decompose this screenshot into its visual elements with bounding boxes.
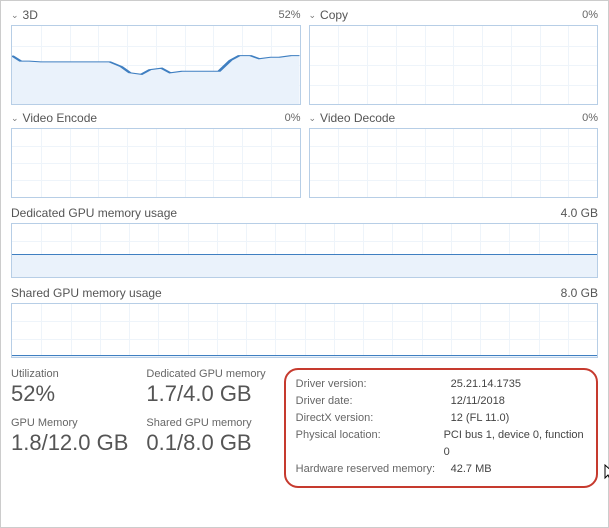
dedicated-head: Dedicated GPU memory usage 4.0 GB (11, 198, 598, 223)
info-physical-location: Physical location: PCI bus 1, device 0, … (296, 427, 586, 461)
stat-gpu-memory-value: 1.8/12.0 GB (11, 430, 128, 456)
shared-head: Shared GPU memory usage 8.0 GB (11, 278, 598, 303)
panel-vdec-title: Video Decode (320, 111, 395, 125)
stat-shared-value: 0.1/8.0 GB (146, 430, 265, 456)
dedicated-title: Dedicated GPU memory usage (11, 206, 177, 220)
panel-venc-head[interactable]: ⌄ Video Encode 0% (11, 109, 301, 128)
panel-copy-head[interactable]: ⌄ Copy 0% (309, 6, 599, 25)
info-driver-date: Driver date: 12/11/2018 (296, 393, 586, 410)
panel-copy: ⌄ Copy 0% (309, 6, 599, 105)
chart-dedicated (11, 223, 598, 278)
stat-utilization: Utilization 52% (11, 368, 128, 407)
panel-3d-percent: 52% (278, 9, 300, 21)
panel-copy-title: Copy (320, 8, 348, 22)
panel-vdec-head[interactable]: ⌄ Video Decode 0% (309, 109, 599, 128)
stat-utilization-value: 52% (11, 381, 128, 407)
chevron-down-icon: ⌄ (11, 10, 19, 21)
panel-venc-percent: 0% (285, 112, 301, 124)
stat-dedicated: Dedicated GPU memory 1.7/4.0 GB (146, 368, 265, 407)
chart-shared (11, 303, 598, 358)
info-driver-version: Driver version: 25.21.14.1735 (296, 376, 586, 393)
shared-max: 8.0 GB (561, 286, 598, 300)
dedicated-max: 4.0 GB (561, 206, 598, 220)
chevron-down-icon: ⌄ (309, 113, 317, 124)
driver-info-box: Driver version: 25.21.14.1735 Driver dat… (284, 368, 598, 488)
stat-shared-label: Shared GPU memory (146, 417, 265, 429)
stat-dedicated-value: 1.7/4.0 GB (146, 381, 265, 407)
info-reserved-memory: Hardware reserved memory: 42.7 MB (296, 461, 586, 478)
panel-vdec-percent: 0% (582, 112, 598, 124)
chevron-down-icon: ⌄ (11, 113, 19, 124)
stats-row: Utilization 52% GPU Memory 1.8/12.0 GB D… (11, 368, 598, 488)
stat-utilization-label: Utilization (11, 368, 128, 380)
panel-video-decode: ⌄ Video Decode 0% (309, 109, 599, 198)
panel-3d: ⌄ 3D 52% (11, 6, 301, 105)
info-directx: DirectX version: 12 (FL 11.0) (296, 410, 586, 427)
stat-gpu-memory: GPU Memory 1.8/12.0 GB (11, 417, 128, 456)
stat-gpu-memory-label: GPU Memory (11, 417, 128, 429)
panel-venc-title: Video Encode (23, 111, 98, 125)
chart-3d (11, 25, 301, 105)
shared-title: Shared GPU memory usage (11, 286, 162, 300)
panel-copy-percent: 0% (582, 9, 598, 21)
stat-shared: Shared GPU memory 0.1/8.0 GB (146, 417, 265, 456)
chart-copy (309, 25, 599, 105)
sparkline-3d (12, 26, 300, 104)
chart-video-decode (309, 128, 599, 198)
panel-video-encode: ⌄ Video Encode 0% (11, 109, 301, 198)
chevron-down-icon: ⌄ (309, 10, 317, 21)
stat-dedicated-label: Dedicated GPU memory (146, 368, 265, 380)
panel-3d-head[interactable]: ⌄ 3D 52% (11, 6, 301, 25)
cursor-icon (604, 464, 609, 482)
chart-video-encode (11, 128, 301, 198)
panel-3d-title: 3D (23, 8, 38, 22)
